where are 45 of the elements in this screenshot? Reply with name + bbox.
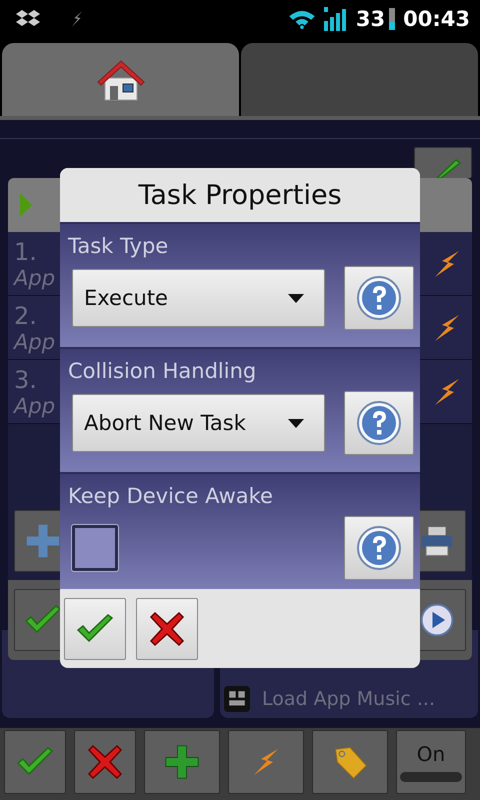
task-button[interactable] <box>228 730 304 794</box>
help-icon <box>356 525 402 571</box>
row-number: 3. <box>14 366 38 394</box>
play-icon <box>20 192 32 218</box>
lightning-icon <box>70 9 84 29</box>
add-button[interactable] <box>144 730 220 794</box>
lightning-icon <box>432 248 462 278</box>
row-number: 1. <box>14 238 38 266</box>
home-icon <box>96 58 144 102</box>
row-subtitle: App <box>14 394 56 418</box>
dropbox-icon <box>16 9 40 29</box>
row-subtitle: App <box>14 330 56 354</box>
cancel-button[interactable] <box>136 598 198 660</box>
field-label: Task Type <box>68 234 170 258</box>
dropdown[interactable]: Execute <box>72 269 325 327</box>
help-button[interactable] <box>344 516 414 580</box>
row-number: 2. <box>14 302 38 330</box>
help-icon <box>356 400 402 446</box>
battery-icon <box>389 8 396 30</box>
lightning-icon <box>432 312 462 342</box>
help-button[interactable] <box>344 391 414 455</box>
action-text: Load App Music ... <box>262 688 435 710</box>
tab[interactable] <box>2 43 239 116</box>
field-label: Collision Handling <box>68 359 258 383</box>
lightning-icon <box>432 376 462 406</box>
dropdown[interactable]: Abort New Task <box>72 394 325 452</box>
app-icon <box>224 686 250 712</box>
dropdown-caret-icon <box>288 418 304 428</box>
tag-button[interactable] <box>312 730 388 794</box>
accept-button[interactable] <box>4 730 66 794</box>
help-button[interactable] <box>344 266 414 330</box>
clock: 00:43 <box>403 7 470 31</box>
field-label: Keep Device Awake <box>68 484 274 508</box>
lightning-icon <box>251 747 281 777</box>
wifi-icon <box>288 9 316 29</box>
dropdown-caret-icon <box>288 294 304 302</box>
cross-icon <box>85 744 125 780</box>
signal-icon <box>324 7 348 31</box>
check-button[interactable] <box>414 147 472 178</box>
row-subtitle: App <box>14 266 56 290</box>
checkbox[interactable] <box>72 525 118 571</box>
battery-level: 33 <box>356 7 386 31</box>
help-icon <box>356 275 402 321</box>
ok-button[interactable] <box>64 598 126 660</box>
cross-icon <box>147 610 187 646</box>
